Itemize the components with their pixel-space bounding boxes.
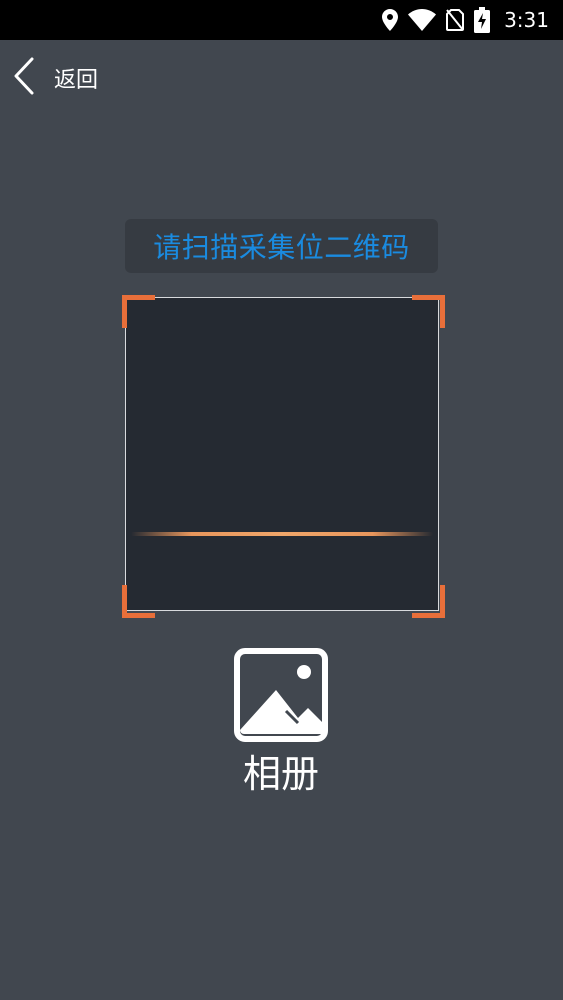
status-time: 3:31 [504,8,549,32]
wifi-icon [408,9,437,31]
location-icon [382,9,399,31]
no-sim-icon [446,9,465,31]
scan-prompt-text: 请扫描采集位二维码 [153,231,410,264]
corner-top-right [412,295,445,328]
chevron-left-icon [12,56,36,100]
corner-bottom-left [122,585,155,618]
corner-top-left [122,295,155,328]
album-label: 相册 [242,752,319,796]
status-bar: 3:31 [0,0,563,40]
battery-charging-icon [474,7,491,33]
album-button[interactable]: 相册 [231,646,331,806]
scan-viewfinder [125,297,439,611]
scan-prompt: 请扫描采集位二维码 [125,219,438,273]
scan-line [131,532,433,536]
corner-bottom-right [412,585,445,618]
back-button[interactable]: 返回 [12,56,98,100]
status-icons: 3:31 [382,0,549,40]
back-label: 返回 [54,68,99,93]
image-icon [234,648,328,746]
top-nav: 返回 [0,40,563,118]
